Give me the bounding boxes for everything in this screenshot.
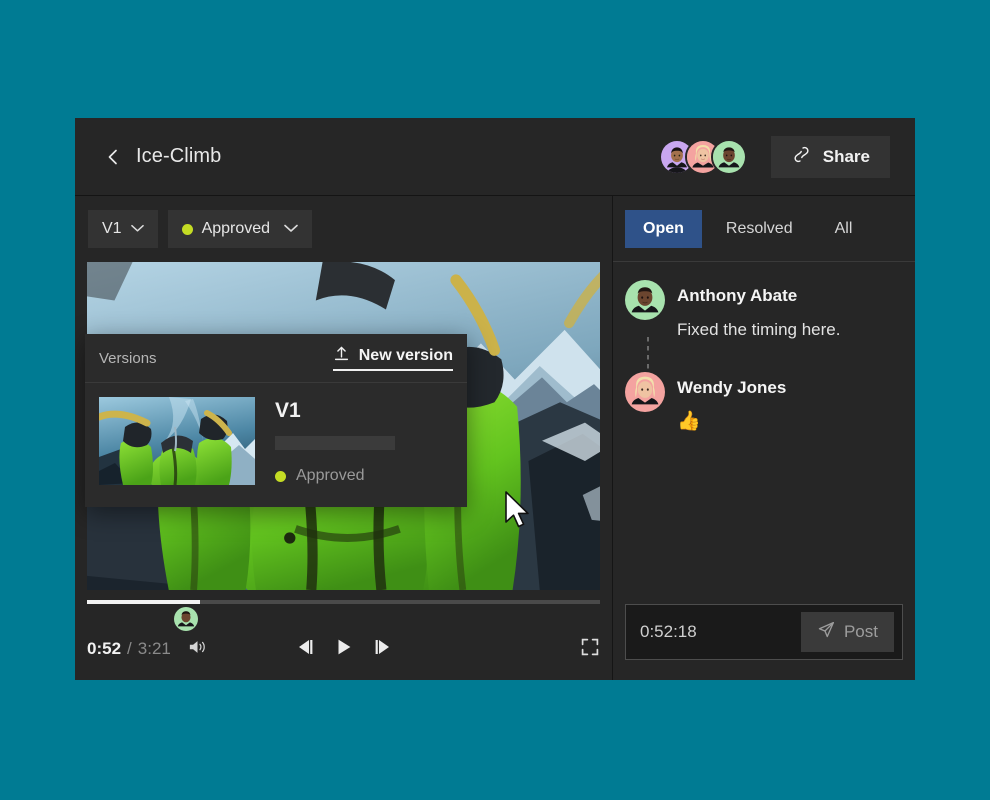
comment-author: Anthony Abate bbox=[677, 286, 840, 306]
versions-popover: Versions New version bbox=[85, 334, 467, 507]
avatar[interactable] bbox=[711, 139, 747, 175]
comment-body: Anthony Abate Fixed the timing here. bbox=[677, 280, 840, 340]
version-status-label: Approved bbox=[296, 467, 365, 485]
version-meta: V1 Approved bbox=[275, 397, 395, 485]
status-selector-label: Approved bbox=[202, 220, 271, 238]
progress-scrubber[interactable] bbox=[87, 600, 600, 604]
version-selector[interactable]: V1 bbox=[88, 210, 158, 248]
page-title: Ice-Climb bbox=[136, 145, 221, 168]
status-dot bbox=[182, 224, 193, 235]
fullscreen-button[interactable] bbox=[580, 637, 600, 662]
chevron-down-icon bbox=[284, 220, 298, 238]
play-icon bbox=[335, 638, 353, 661]
list-item[interactable]: Wendy Jones 👍 bbox=[625, 372, 903, 434]
avatar[interactable] bbox=[625, 372, 665, 412]
list-item[interactable]: Anthony Abate Fixed the timing here. bbox=[625, 280, 903, 340]
version-thumbnail[interactable] bbox=[99, 397, 255, 485]
comment-text: 👍 bbox=[677, 410, 786, 434]
comment-filter-tabs: Open Resolved All bbox=[613, 196, 915, 262]
comment-body: Wendy Jones 👍 bbox=[677, 372, 786, 434]
post-button[interactable]: Post bbox=[801, 612, 894, 652]
tab-resolved-label: Resolved bbox=[726, 220, 793, 238]
upload-icon bbox=[333, 345, 350, 367]
comment-author: Wendy Jones bbox=[677, 378, 786, 398]
transport-bar: 0:52 / 3:21 bbox=[87, 636, 600, 662]
previous-frame-button[interactable] bbox=[295, 638, 315, 661]
tab-all-label: All bbox=[835, 220, 853, 238]
share-button-label: Share bbox=[823, 147, 870, 167]
status-selector[interactable]: Approved bbox=[168, 210, 313, 248]
app-body: V1 Approved bbox=[75, 196, 915, 680]
back-button[interactable] bbox=[100, 144, 126, 170]
version-name: V1 bbox=[275, 399, 395, 423]
player-toolbar: V1 Approved bbox=[75, 196, 612, 262]
total-time: 3:21 bbox=[138, 639, 171, 659]
next-frame-icon bbox=[373, 638, 393, 661]
player-pane: V1 Approved bbox=[75, 196, 612, 680]
chevron-down-icon bbox=[131, 220, 144, 238]
list-item[interactable]: V1 Approved bbox=[99, 397, 453, 485]
send-icon bbox=[817, 620, 836, 644]
volume-icon bbox=[187, 638, 208, 661]
composer-timecode: 0:52:18 bbox=[640, 622, 697, 642]
tab-resolved[interactable]: Resolved bbox=[708, 210, 811, 248]
avatar[interactable] bbox=[625, 280, 665, 320]
comment-text: Fixed the timing here. bbox=[677, 319, 840, 340]
volume-button[interactable] bbox=[187, 638, 208, 661]
comment-input[interactable]: 0:52:18 Post bbox=[625, 604, 903, 660]
previous-frame-icon bbox=[295, 638, 315, 661]
play-button[interactable] bbox=[335, 638, 353, 661]
versions-list: V1 Approved bbox=[85, 383, 467, 507]
time-separator: / bbox=[127, 639, 132, 659]
new-version-button[interactable]: New version bbox=[333, 345, 453, 371]
new-version-label: New version bbox=[359, 347, 453, 365]
comments-pane: Open Resolved All bbox=[612, 196, 915, 680]
comment-list: Anthony Abate Fixed the timing here. bbox=[613, 262, 915, 604]
versions-popover-header: Versions New version bbox=[85, 334, 467, 383]
app-header: Ice-Climb bbox=[75, 118, 915, 196]
fullscreen-icon bbox=[580, 637, 600, 662]
post-button-label: Post bbox=[844, 622, 878, 642]
tab-all[interactable]: All bbox=[817, 210, 871, 248]
version-placeholder-bar bbox=[275, 436, 395, 450]
avatar[interactable] bbox=[174, 607, 198, 631]
link-icon bbox=[791, 144, 812, 170]
current-time: 0:52 bbox=[87, 639, 121, 659]
comment-marker[interactable] bbox=[174, 607, 198, 631]
next-frame-button[interactable] bbox=[373, 638, 393, 661]
version-status: Approved bbox=[275, 467, 395, 485]
tab-open-label: Open bbox=[643, 220, 684, 238]
comment-composer-wrap: 0:52:18 Post bbox=[613, 604, 915, 680]
chevron-left-icon bbox=[103, 147, 123, 167]
status-dot bbox=[275, 471, 286, 482]
app-window: Ice-Climb bbox=[75, 118, 915, 680]
tab-open[interactable]: Open bbox=[625, 210, 702, 248]
collaborator-avatars[interactable] bbox=[659, 139, 747, 175]
versions-title: Versions bbox=[99, 350, 157, 367]
progress-fill bbox=[87, 600, 200, 604]
player-controls: 0:52 / 3:21 bbox=[75, 590, 612, 680]
share-button[interactable]: Share bbox=[771, 136, 890, 178]
version-selector-label: V1 bbox=[102, 220, 122, 238]
